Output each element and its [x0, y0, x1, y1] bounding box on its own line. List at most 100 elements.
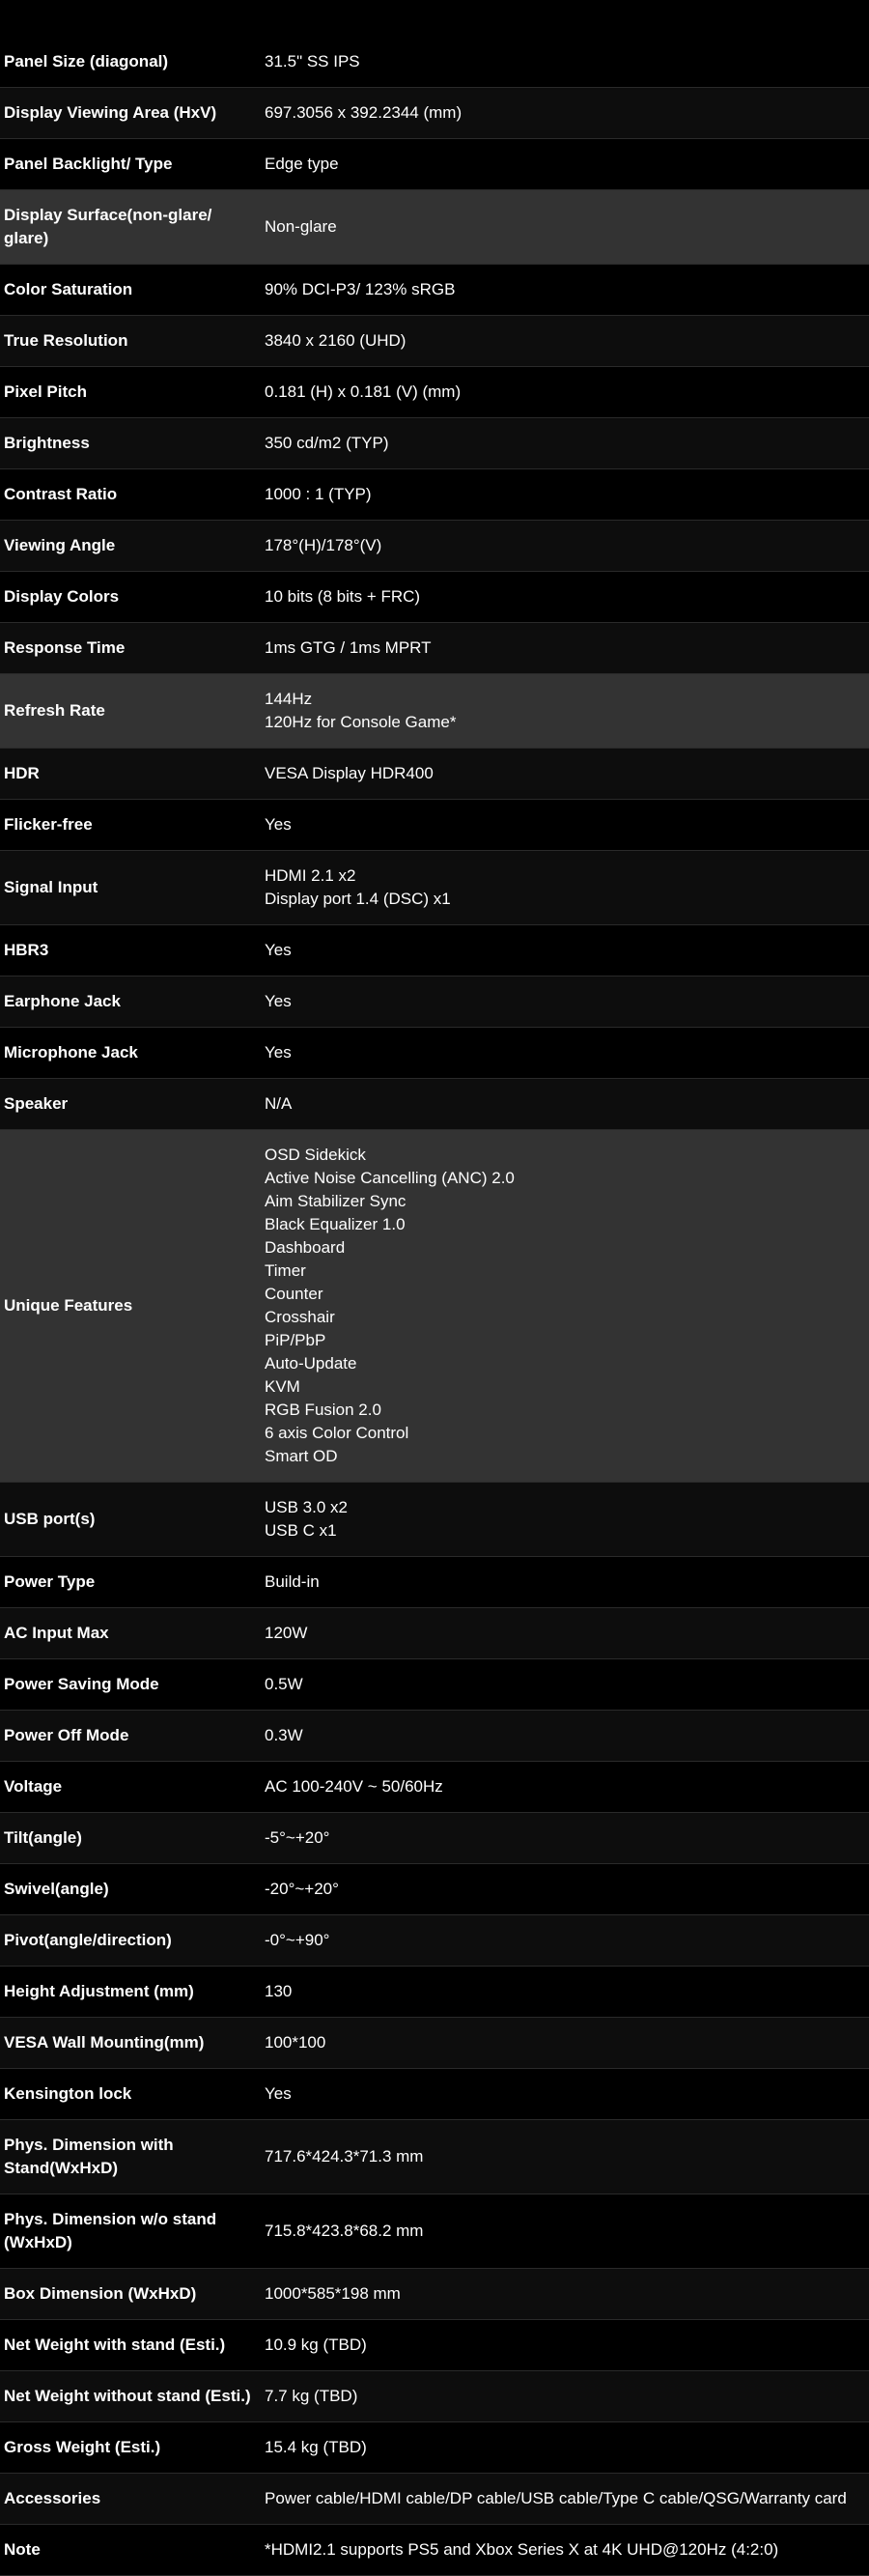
spec-value-line: Non-glare [265, 217, 337, 236]
spec-value-line: 3840 x 2160 (UHD) [265, 331, 406, 350]
spec-value-line: 0.3W [265, 1726, 303, 1744]
spec-value-line: 1000*585*198 mm [265, 2284, 401, 2303]
spec-row: Refresh Rate 144Hz 120Hz for Console Game* [0, 673, 869, 749]
spec-label: Contrast Ratio [4, 485, 118, 503]
spec-label: Unique Features [4, 1296, 133, 1315]
spec-row: Viewing Angle 178°(H)/178°(V) [0, 520, 869, 572]
spec-value-line: 31.5" SS IPS [265, 52, 360, 71]
spec-row: True Resolution 3840 x 2160 (UHD) [0, 315, 869, 367]
spec-row: Power Off Mode 0.3W [0, 1710, 869, 1762]
spec-value-line: Yes [265, 2084, 292, 2103]
spec-label: Display Colors [4, 587, 120, 606]
spec-value-line: Timer [265, 1261, 306, 1280]
spec-label: Panel Size (diagonal) [4, 52, 169, 71]
spec-value-line: 10 bits (8 bits + FRC) [265, 587, 421, 606]
spec-label: HDR [4, 764, 40, 782]
spec-label: VESA Wall Mounting(mm) [4, 2033, 205, 2052]
spec-value: Non-glare [261, 190, 869, 265]
spec-value: Yes [261, 1028, 869, 1079]
spec-value-line: Edge type [265, 155, 339, 173]
spec-label: Accessories [4, 2489, 101, 2507]
spec-row: USB port(s) USB 3.0 x2 USB C x1 [0, 1482, 869, 1557]
spec-label: HBR3 [4, 941, 49, 959]
spec-label: Box Dimension (WxHxD) [4, 2284, 197, 2303]
spec-row: Panel Size (diagonal) 31.5" SS IPS [0, 37, 869, 88]
spec-value-line: Crosshair [265, 1308, 335, 1326]
spec-value-line: AC 100-240V ~ 50/60Hz [265, 1777, 443, 1796]
spec-value-line: 6 axis Color Control [265, 1424, 409, 1442]
spec-value: 10.9 kg (TBD) [261, 2320, 869, 2371]
spec-row: Tilt(angle) -5°~+20° [0, 1812, 869, 1864]
spec-value: 178°(H)/178°(V) [261, 521, 869, 572]
spec-value: -0°~+90° [261, 1915, 869, 1967]
spec-value: AC 100-240V ~ 50/60Hz [261, 1762, 869, 1813]
spec-label: Color Saturation [4, 280, 133, 298]
spec-label: Brightness [4, 434, 90, 452]
spec-value-line: Auto-Update [265, 1354, 357, 1373]
spec-row: Phys. Dimension w/o stand (WxHxD) 715.8*4… [0, 2194, 869, 2269]
spec-value: 100*100 [261, 2018, 869, 2069]
spec-value: 7.7 kg (TBD) [261, 2371, 869, 2422]
spec-label: Power Off Mode [4, 1726, 129, 1744]
spec-label: Net Weight without stand (Esti.) [4, 2387, 251, 2405]
spec-value-line: 120W [265, 1624, 308, 1642]
spec-table-body: Panel Size (diagonal) 31.5" SS IPS Display… [0, 37, 869, 2576]
spec-value: VESA Display HDR400 [261, 749, 869, 800]
spec-value: 1ms GTG / 1ms MPRT [261, 623, 869, 674]
spec-value: 1000*585*198 mm [261, 2269, 869, 2320]
spec-value: 1000 : 1 (TYP) [261, 469, 869, 521]
spec-value: 90% DCI-P3/ 123% sRGB [261, 265, 869, 316]
spec-value-line: Dashboard [265, 1238, 346, 1257]
spec-label: Microphone Jack [4, 1043, 138, 1062]
spec-value: 715.8*423.8*68.2 mm [261, 2194, 869, 2269]
spec-value-line: -5°~+20° [265, 1828, 330, 1847]
spec-row: Display Colors 10 bits (8 bits + FRC) [0, 571, 869, 623]
spec-label: Display Surface(non-glare/ glare) [4, 206, 212, 247]
spec-value: 15.4 kg (TBD) [261, 2422, 869, 2474]
spec-value-line: Yes [265, 1043, 292, 1062]
spec-value-line: 715.8*423.8*68.2 mm [265, 2222, 424, 2240]
spec-value: 0.5W [261, 1659, 869, 1711]
spec-value-line: 144Hz [265, 690, 313, 708]
spec-value-line: Aim Stabilizer Sync [265, 1192, 406, 1210]
spec-value: Yes [261, 800, 869, 851]
spec-label: Swivel(angle) [4, 1880, 109, 1898]
spec-value-line: Black Equalizer 1.0 [265, 1215, 406, 1233]
spec-value: -20°~+20° [261, 1864, 869, 1915]
spec-row: Brightness 350 cd/m2 (TYP) [0, 417, 869, 469]
spec-value-line: 100*100 [265, 2033, 326, 2052]
spec-value-line: Active Noise Cancelling (ANC) 2.0 [265, 1169, 515, 1187]
spec-value: N/A [261, 1079, 869, 1130]
spec-label: Height Adjustment (mm) [4, 1982, 194, 2000]
spec-value-line: Build-in [265, 1572, 320, 1591]
spec-label: Display Viewing Area (HxV) [4, 103, 217, 122]
spec-value: 120W [261, 1608, 869, 1659]
spec-label: USB port(s) [4, 1510, 96, 1528]
spec-row: Voltage AC 100-240V ~ 50/60Hz [0, 1761, 869, 1813]
spec-value-line: Yes [265, 815, 292, 834]
spec-row: Net Weight without stand (Esti.) 7.7 kg (… [0, 2370, 869, 2422]
spec-value-line: KVM [265, 1377, 300, 1396]
spec-value: 697.3056 x 392.2344 (mm) [261, 88, 869, 139]
spec-value-line: 0.5W [265, 1675, 303, 1693]
spec-value-line: Yes [265, 941, 292, 959]
spec-value-line: Power cable/HDMI cable/DP cable/USB cabl… [265, 2489, 847, 2507]
spec-value: *HDMI2.1 supports PS5 and Xbox Series X … [261, 2525, 869, 2576]
spec-value-line: 1ms GTG / 1ms MPRT [265, 638, 432, 657]
spec-value-line: -0°~+90° [265, 1931, 330, 1949]
spec-label: Voltage [4, 1777, 63, 1796]
spec-label: Panel Backlight/ Type [4, 155, 173, 173]
spec-row: Net Weight with stand (Esti.) 10.9 kg (TB… [0, 2319, 869, 2371]
spec-value: Build-in [261, 1557, 869, 1608]
spec-label: Refresh Rate [4, 701, 105, 720]
spec-row: Speaker N/A [0, 1078, 869, 1130]
spec-value: 31.5" SS IPS [261, 37, 869, 88]
spec-label: Tilt(angle) [4, 1828, 82, 1847]
spec-value: 0.3W [261, 1711, 869, 1762]
spec-value: Edge type [261, 139, 869, 190]
spec-row: Microphone Jack Yes [0, 1027, 869, 1079]
spec-label: Net Weight with stand (Esti.) [4, 2335, 226, 2354]
spec-row: Pixel Pitch 0.181 (H) x 0.181 (V) (mm) [0, 366, 869, 418]
spec-row: Power Type Build-in [0, 1556, 869, 1608]
spec-value: 350 cd/m2 (TYP) [261, 418, 869, 469]
